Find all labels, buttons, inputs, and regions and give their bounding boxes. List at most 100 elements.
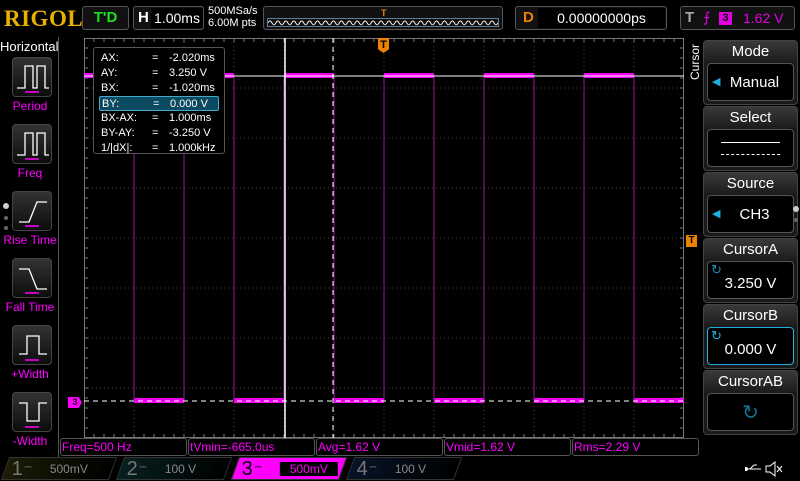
usb-icon [745,464,761,471]
channel-1-tab[interactable]: 1 ⎓ 500mV [0,457,118,480]
readout-equals: = [152,82,159,94]
cursor-b-value: 0.000 V [724,341,777,358]
measure-label: Period [12,99,48,113]
delay-value: 0.00000000ps [538,8,665,28]
channel-2-tab[interactable]: 2 ⎓ 100 V [115,457,233,480]
cursor-a-softkey[interactable]: CursorA ↻ 3.250 V [703,238,798,303]
readout-name: AX: [101,52,119,64]
measurement-item[interactable]: Freq=500 Hz [60,438,187,456]
measurement-item[interactable]: Vmid=1.62 V [444,438,571,456]
trace-segment [534,398,584,403]
readout-value: -2.020ms [169,52,215,64]
readout-equals: = [152,127,159,139]
cursor-b-label: CursorB [704,305,797,326]
channel-bar: 1 ⎓ 500mV 2 ⎓ 100 V 3 ⎓ 500mV 4 ⎓ 100 V [0,457,800,480]
channel-4-tab[interactable]: 4 ⎓ 100 V [345,457,463,480]
cursor-a-label: CursorA [704,239,797,260]
readout-equals: = [152,67,159,79]
trigger-level: 1.62 V [743,10,784,26]
trigger-label: T [685,9,695,26]
measurement-item[interactable]: tVmin=-665.0us [188,438,315,456]
timebase-box[interactable]: H 1.00ms [133,6,204,30]
trace-segment [434,398,484,403]
status-icons [745,461,783,477]
measure-label: Rise Time [3,233,57,247]
dc-coupling-icon: ⎓ [254,462,262,472]
cursor-readout-row: AY: = 3.250 V [99,66,219,81]
measure-freq-button[interactable] [12,124,52,164]
dc-coupling-icon: ⎓ [369,462,377,472]
channel-scale: 500mV [49,462,88,476]
cursor-b-softkey[interactable]: CursorB ↻ 0.000 V [703,304,798,369]
sidebar-title: Horizontal [0,39,59,54]
cursor-readout-row: AX: = -2.020ms [99,51,219,66]
mode-softkey[interactable]: Mode ◀ Manual [703,40,798,105]
readout-name: AY: [101,67,118,79]
delay-label: D [523,9,534,26]
neg-width-icon [19,402,47,428]
select-softkey[interactable]: Select [703,106,798,171]
measure-period-button[interactable] [12,57,52,97]
dc-coupling-icon: ⎓ [139,462,147,472]
measure-label: -Width [12,434,48,448]
trace-segment [634,398,684,403]
channel-number: 4 [356,458,368,480]
page-dot-icon [793,206,799,212]
select-label: Select [704,107,797,128]
rising-edge-icon: ⨍ [703,9,711,25]
cursor-readout-row: 1/|dX|: = 1.000kHz [99,141,219,156]
memory-overview[interactable]: T [263,6,503,30]
readout-equals: = [152,52,159,64]
rotate-knob-icon: ↻ [711,328,722,343]
option-arrow-icon: ◀ [712,76,721,88]
readout-value: -3.250 V [169,127,211,139]
rigol-logo: RIGOL [4,6,84,31]
option-arrow-icon: ◀ [712,208,721,220]
rotate-knob-icon: ↻ [742,402,759,424]
pos-width-icon [19,335,47,361]
mode-label: Mode [704,41,797,62]
measurement-item[interactable]: Avg=1.62 V [316,438,443,456]
freq-icon [17,132,49,160]
channel-scale: 100 V [394,462,427,476]
source-softkey[interactable]: Source ◀ CH3 [703,172,798,237]
trigger-box[interactable]: T ⨍ 3 1.62 V [680,6,795,30]
rise-time-icon [19,201,47,227]
readout-value: -1.020ms [169,82,215,94]
channel-3-tab[interactable]: 3 ⎓ 500mV [230,457,348,480]
channel-scale: 100 V [164,462,197,476]
sample-info: 500MSa/s 6.00M pts [208,5,258,29]
measure-label: +Width [11,367,49,381]
period-icon [17,65,49,93]
measure-pos-width-button[interactable] [12,325,52,365]
readout-name: 1/|dX|: [101,142,133,154]
memory-depth: 6.00M pts [208,17,257,29]
readout-name: BY-AY: [101,127,135,139]
overview-waveform [267,18,499,27]
delay-box[interactable]: D 0.00000000ps [515,6,667,30]
measure-fall-time-button[interactable] [12,258,52,298]
trigger-position-marker: T [381,8,387,18]
sample-rate: 500MSa/s [208,5,258,17]
measure-rise-time-button[interactable] [12,191,52,231]
channel-number: 3 [241,458,253,480]
source-value: CH3 [739,206,770,223]
cursor-readout-row: BY: = 0.000 V [99,96,219,111]
cursor-a-value: 3.250 V [724,275,777,292]
channel-number: 2 [126,458,138,480]
ch3-offset-marker[interactable]: 3 [68,397,82,408]
h-label: H [138,9,149,26]
measure-label: Fall Time [5,300,55,314]
measurement-item[interactable]: Rms=2.29 V [572,438,699,456]
mode-value: Manual [729,74,780,91]
measure-neg-width-button[interactable] [12,392,52,432]
cursor-readout-box: AX: = -2.020ms AY: = 3.250 V BX: = -1.020ms BY: = 0… [93,47,225,154]
run-state-button[interactable]: T'D [82,6,129,30]
cursor-ab-softkey[interactable]: CursorAB ↻ [703,370,798,435]
mute-icon [765,461,783,477]
measurement-bar: Freq=500 Hz tVmin=-665.0us Avg=1.62 V Vmid=… [60,438,699,456]
source-label: Source [704,173,797,194]
timebase-value: 1.00ms [151,8,203,28]
channel-number: 1 [11,458,23,480]
trigger-level-marker[interactable]: T [686,235,697,247]
